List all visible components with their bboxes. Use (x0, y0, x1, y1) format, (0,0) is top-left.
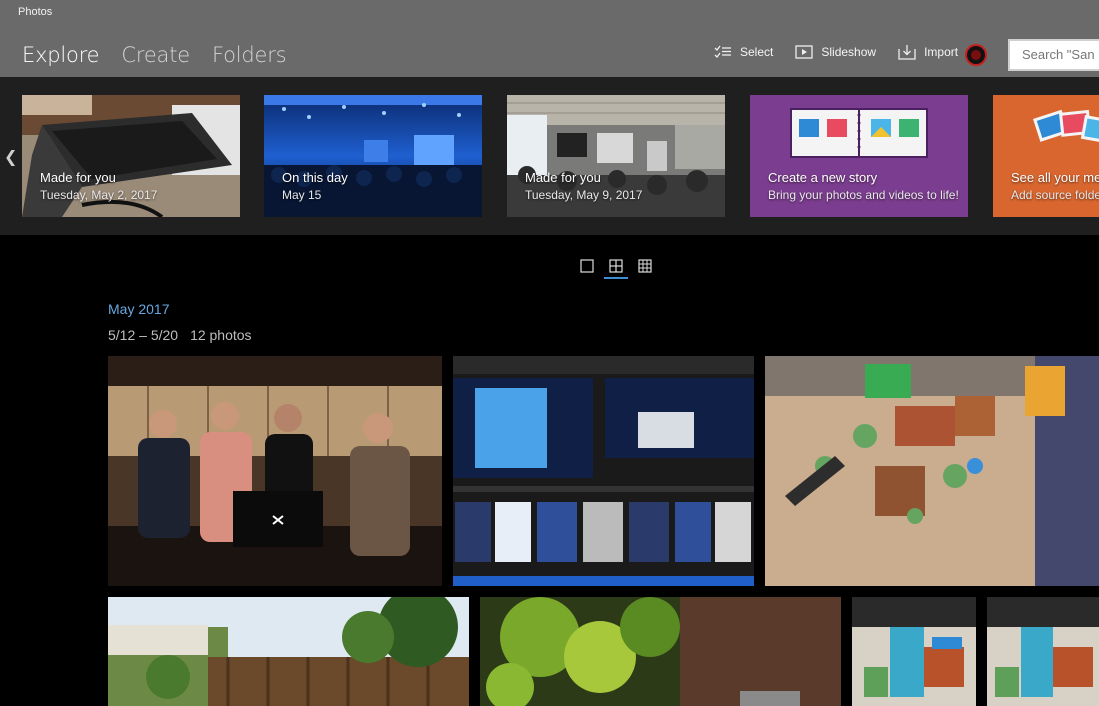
slideshow-label: Slideshow (821, 45, 877, 59)
photo-lego-1[interactable] (852, 597, 976, 706)
search-input[interactable]: Search "San (1008, 39, 1099, 71)
highlight-card-on-this-day[interactable]: On this day May 15 (264, 95, 482, 217)
highlight-subtitle: Add source folde (1011, 188, 1099, 202)
team-photo-image (108, 356, 442, 586)
highlight-label: On this day May 15 (282, 170, 348, 202)
highlights-strip: ❮ Made for you Tuesday, May 2, 2017 On t… (0, 77, 1099, 235)
highlight-card-made-for-you-1[interactable]: Made for you Tuesday, May 2, 2017 (22, 95, 240, 217)
leaves-image (480, 597, 841, 706)
tab-folders[interactable]: Folders (212, 43, 287, 67)
app-header: Photos Explore Create Folders Select Sli… (0, 0, 1099, 77)
main-nav: Explore Create Folders (22, 43, 308, 67)
select-icon (714, 45, 731, 58)
date-range-text: 5/12 – 5/20 (108, 327, 179, 343)
highlight-card-made-for-you-2[interactable]: Made for you Tuesday, May 9, 2017 (507, 95, 725, 217)
medium-grid-view-icon[interactable] (604, 258, 628, 279)
highlight-label: See all your me Add source folde (1011, 170, 1099, 202)
lego-image (987, 597, 1099, 706)
photos-app: Photos Explore Create Folders Select Sli… (0, 0, 1099, 706)
chevron-left-icon[interactable]: ❮ (4, 147, 17, 167)
photo-count: 12 photos (190, 327, 252, 343)
photo-backyard[interactable] (108, 597, 469, 706)
highlight-title: On this day (282, 170, 348, 185)
photo-leaves[interactable] (480, 597, 841, 706)
highlight-title: See all your me (1011, 170, 1099, 185)
tab-create[interactable]: Create (121, 43, 190, 67)
view-size-toggles (579, 258, 666, 279)
tab-explore[interactable]: Explore (22, 43, 100, 67)
photo-app-screenshot[interactable] (453, 356, 754, 586)
slideshow-button[interactable]: Slideshow (795, 45, 876, 59)
select-button[interactable]: Select (714, 45, 773, 59)
highlight-subtitle: Bring your photos and videos to life! (768, 188, 959, 202)
import-icon (898, 45, 916, 60)
highlight-subtitle: Tuesday, May 9, 2017 (525, 188, 643, 202)
highlight-subtitle: May 15 (282, 188, 322, 202)
highlight-label: Create a new story Bring your photos and… (768, 170, 959, 202)
single-view-icon[interactable] (579, 258, 595, 274)
highlight-label: Made for you Tuesday, May 9, 2017 (525, 170, 642, 202)
date-range: 5/12 – 5/20 12 photos (108, 327, 264, 343)
highlight-title: Create a new story (768, 170, 878, 185)
photo-toys-floor[interactable] (765, 356, 1099, 586)
highlight-title: Made for you (525, 170, 601, 185)
select-label: Select (740, 45, 774, 59)
app-title: Photos (18, 6, 53, 18)
highlight-card-create-story[interactable]: Create a new story Bring your photos and… (750, 95, 968, 217)
small-grid-view-icon[interactable] (637, 258, 653, 274)
slideshow-icon (795, 45, 814, 59)
highlight-subtitle: Tuesday, May 2, 2017 (40, 188, 158, 202)
account-avatar[interactable] (965, 44, 987, 66)
photo-lego-2[interactable] (987, 597, 1099, 706)
import-button[interactable]: Import (898, 44, 958, 60)
backyard-image (108, 597, 469, 706)
month-heading: May 2017 (108, 301, 170, 317)
photo-team-portrait[interactable] (108, 356, 442, 586)
toys-image (765, 356, 1099, 586)
lego-image (852, 597, 976, 706)
highlight-title: Made for you (40, 170, 116, 185)
screenshot-image (453, 356, 754, 586)
highlight-card-see-all-media[interactable]: See all your me Add source folde (993, 95, 1099, 217)
import-label: Import (924, 45, 959, 59)
highlight-label: Made for you Tuesday, May 2, 2017 (40, 170, 157, 202)
command-bar: Select Slideshow Import (714, 44, 980, 60)
